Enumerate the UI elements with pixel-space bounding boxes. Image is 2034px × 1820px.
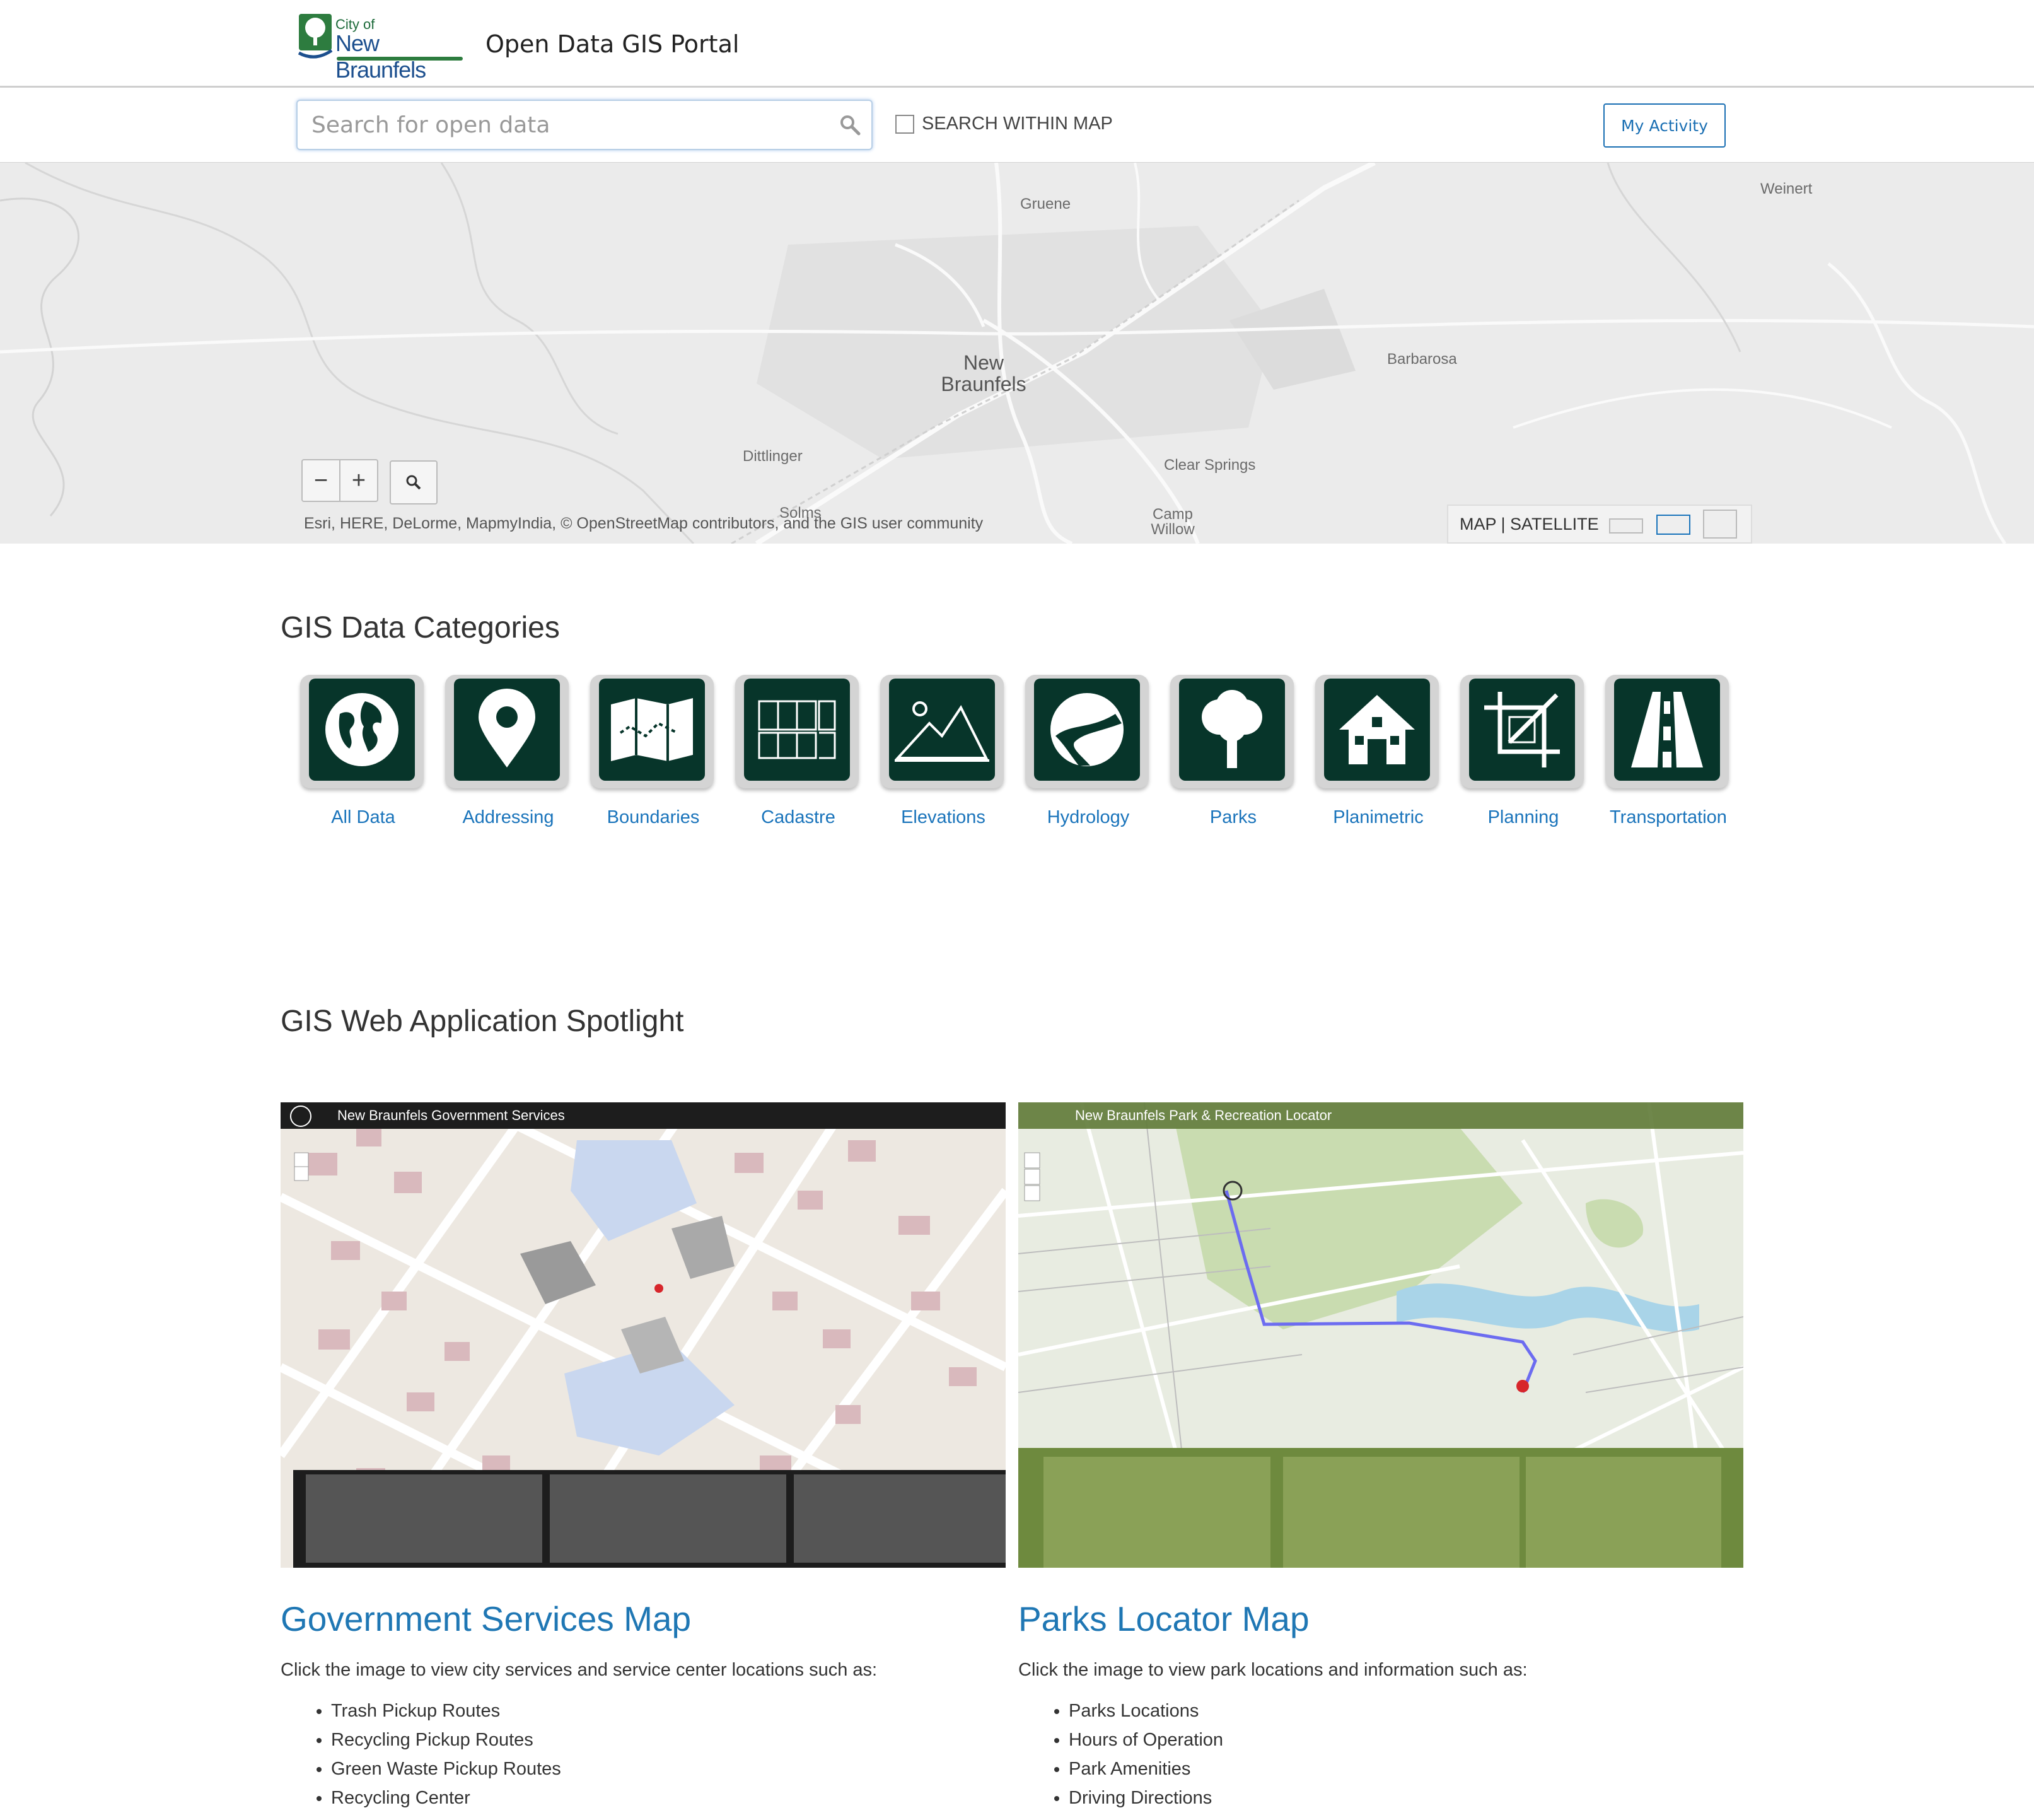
category-tile (300, 675, 424, 788)
category-tile (445, 675, 569, 788)
zoom-out-button[interactable]: − (303, 460, 340, 501)
place-label: Camp Willow (1151, 506, 1195, 538)
parks-locator-map-link[interactable]: Parks Locator Map (1018, 1599, 1310, 1639)
globe-icon (325, 693, 398, 766)
list-item: Park Amenities (1069, 1754, 1223, 1783)
government-services-screenshot[interactable]: New Braunfels Government Services (281, 1102, 1006, 1568)
place-label: New Braunfels (941, 351, 1026, 395)
place-label: Dittlinger (743, 448, 803, 465)
mountain-icon (895, 701, 989, 762)
search-input[interactable] (310, 110, 817, 140)
category-tile (590, 675, 714, 788)
list-item: Parks Locations (1069, 1696, 1223, 1725)
map-search-button[interactable] (390, 460, 438, 505)
category-label[interactable]: Planning (1448, 807, 1599, 828)
list-item: Recycling Pickup Routes (331, 1725, 561, 1754)
list-item: Trash Pickup Routes (331, 1696, 561, 1725)
basemap-thumb-large[interactable] (1703, 510, 1737, 539)
category-tile (735, 675, 859, 788)
screenshot-title-bar: New Braunfels Government Services (281, 1102, 1006, 1129)
category-tile-inner (1614, 679, 1720, 781)
category-tile-inner (1034, 679, 1140, 781)
category-label[interactable]: Addressing (433, 807, 584, 828)
zoom-in-button[interactable]: + (340, 460, 377, 501)
screenshot-title: New Braunfels Park & Recreation Locator (1075, 1107, 1332, 1123)
place-label: Gruene (1020, 195, 1071, 213)
category-tile (1605, 675, 1729, 788)
category-tile-inner (1324, 679, 1430, 781)
category-label[interactable]: Transportation (1593, 807, 1744, 828)
category-label[interactable]: Hydrology (1013, 807, 1164, 828)
parks-locator-screenshot[interactable]: New Braunfels Park & Recreation Locator (1018, 1102, 1743, 1568)
crop-icon (1484, 692, 1560, 767)
category-tile (880, 675, 1004, 788)
category-tile-inner (309, 679, 415, 781)
parcel-grid-icon (758, 700, 836, 759)
search-icon[interactable] (839, 114, 861, 136)
category-tile-inner (889, 679, 995, 781)
search-within-map-label[interactable]: SEARCH WITHIN MAP (922, 114, 1113, 134)
parks-locator-map-image (1018, 1102, 1743, 1568)
basemap-toggle[interactable]: MAP | SATELLITE (1447, 505, 1752, 544)
road-icon (1631, 692, 1703, 767)
list-item: Green Waste Pickup Routes (331, 1754, 561, 1783)
portal-title: Open Data GIS Portal (485, 30, 740, 58)
category-label[interactable]: Cadastre (723, 807, 874, 828)
magnifier-icon (406, 475, 421, 490)
list-item: Driving Directions (1069, 1783, 1223, 1812)
category-label[interactable]: All Data (288, 807, 439, 828)
place-label: Weinert (1760, 180, 1813, 197)
house-icon (1339, 695, 1415, 764)
place-label: Clear Springs (1164, 457, 1256, 474)
category-tile (1315, 675, 1439, 788)
spotlight-heading: GIS Web Application Spotlight (281, 1005, 684, 1038)
city-logo[interactable]: City of New Braunfels (296, 11, 467, 83)
list-item: Recycling Center (331, 1783, 561, 1812)
category-tile-inner (454, 679, 560, 781)
search-within-map-checkbox[interactable] (895, 115, 914, 134)
my-activity-button[interactable]: My Activity (1603, 103, 1726, 148)
government-services-map-image (281, 1102, 1006, 1568)
place-label: Barbarosa (1387, 351, 1457, 368)
tree-icon (1202, 690, 1262, 768)
screenshot-title-bar: New Braunfels Park & Recreation Locator (1018, 1102, 1743, 1129)
list-item: Hours of Operation (1069, 1725, 1223, 1754)
category-label[interactable]: Elevations (868, 807, 1019, 828)
search-box[interactable] (296, 100, 873, 150)
map-attribution: Esri, HERE, DeLorme, MapmyIndia, © OpenS… (304, 515, 984, 532)
basemap-toggle-label[interactable]: MAP | SATELLITE (1460, 515, 1599, 534)
category-label[interactable]: Boundaries (578, 807, 729, 828)
basemap-thumb-small[interactable] (1609, 518, 1643, 534)
category-tile (1025, 675, 1149, 788)
app-feature-list: Trash Pickup Routes Recycling Pickup Rou… (281, 1696, 561, 1812)
map-pin-icon (479, 689, 535, 767)
category-tile-inner (1469, 679, 1575, 781)
category-tile-inner (599, 679, 705, 781)
zoom-control: − + (301, 459, 378, 502)
app-description: Click the image to view park locations a… (1018, 1660, 1528, 1680)
category-tile (1170, 675, 1294, 788)
categories-heading: GIS Data Categories (281, 611, 560, 645)
screenshot-title: New Braunfels Government Services (337, 1107, 565, 1123)
category-tile-inner (1179, 679, 1285, 781)
logo-swoosh (337, 57, 463, 61)
category-label[interactable]: Parks (1158, 807, 1309, 828)
app-description: Click the image to view city services an… (281, 1660, 878, 1680)
government-services-map-link[interactable]: Government Services Map (281, 1599, 691, 1639)
app-feature-list: Parks Locations Hours of Operation Park … (1018, 1696, 1223, 1812)
river-icon (1050, 693, 1124, 766)
basemap-thumb-medium[interactable] (1656, 515, 1690, 535)
category-tile (1460, 675, 1584, 788)
folded-map-icon (611, 698, 693, 761)
category-tile-inner (744, 679, 850, 781)
category-label[interactable]: Planimetric (1303, 807, 1454, 828)
tree-logo-icon (298, 14, 333, 59)
